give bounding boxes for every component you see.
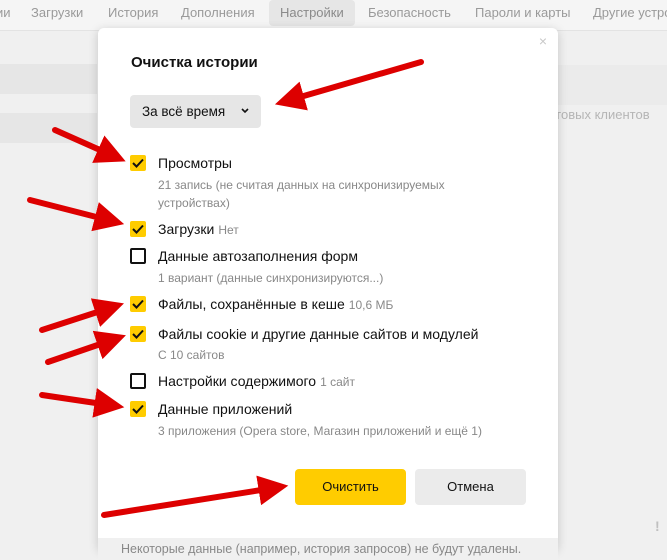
bg-sidebar-block [0,113,97,143]
nav-tab-extensions[interactable]: Дополнения [181,5,255,20]
item-label-content-settings: Настройки содержимого 1 сайт [158,373,355,389]
item-sub-views: 21 запись (не считая данных на синхрониз… [158,178,445,210]
item-label-downloads: Загрузки Нет [158,221,239,237]
bg-panel-block [558,65,667,105]
checkmark-icon [132,404,144,414]
item-label-views: Просмотры [158,155,232,171]
item-extra-cache: 10,6 МБ [348,298,394,312]
checkbox-autofill[interactable] [130,248,146,264]
item-label-cookies: Файлы cookie и другие данные сайтов и мо… [158,326,479,342]
chevron-down-icon [241,108,249,114]
clear-button[interactable]: Очистить [295,469,406,505]
item-sub-app-data: 3 приложения (Opera store, Магазин прило… [158,424,482,438]
nav-tab-other-devices[interactable]: Другие устрой [593,5,667,20]
item-sub-cookies: С 10 сайтов [158,348,225,362]
checkbox-views[interactable] [130,155,146,171]
dialog-title: Очистка истории [131,54,258,71]
nav-tab-settings[interactable]: Настройки [269,0,355,26]
bg-sidebar-block [0,64,97,94]
checkmark-icon [132,329,144,339]
nav-tab-security[interactable]: Безопасность [368,5,451,20]
item-label-autofill: Данные автозаполнения форм [158,248,358,264]
nav-tab-passwords[interactable]: Пароли и карты [475,5,571,20]
checkbox-downloads[interactable] [130,221,146,237]
item-sub-autofill: 1 вариант (данные синхронизируются...) [158,271,384,285]
checkbox-cache[interactable] [130,296,146,312]
period-dropdown[interactable]: За всё время [130,95,261,128]
nav-tab-downloads[interactable]: Загрузки [31,5,83,20]
footer-note: Некоторые данные (например, история запр… [121,542,522,556]
browser-top-nav: ии Загрузки История Дополнения Настройки… [0,0,667,31]
item-label-cache: Файлы, сохранённые в кеше 10,6 МБ [158,296,394,312]
checkmark-icon [132,158,144,168]
warning-icon: ! [655,518,660,534]
item-extra-downloads: Нет [218,223,239,237]
checkmark-icon [132,224,144,234]
checkmark-icon [132,299,144,309]
checkbox-cookies[interactable] [130,326,146,342]
bg-settings-text: нтовых клиентов [548,107,650,122]
checkbox-content-settings[interactable] [130,373,146,389]
period-value: За всё время [142,104,226,119]
close-icon[interactable]: × [537,34,549,48]
nav-tab-partial[interactable]: ии [0,5,11,20]
item-extra-content-settings: 1 сайт [320,375,355,389]
cancel-button[interactable]: Отмена [415,469,526,505]
item-label-app-data: Данные приложений [158,401,293,417]
checkbox-app-data[interactable] [130,401,146,417]
nav-tab-history[interactable]: История [108,5,158,20]
